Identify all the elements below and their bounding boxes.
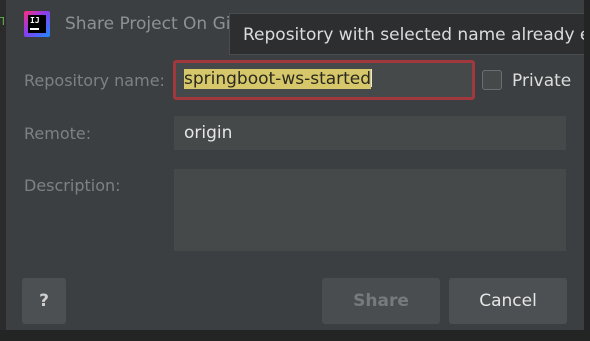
validation-error-outline	[173, 60, 475, 100]
private-checkbox[interactable]	[482, 70, 502, 90]
private-label[interactable]: Private	[512, 71, 571, 91]
error-tooltip: Repository with selected name already ex…	[229, 13, 590, 55]
help-button[interactable]: ?	[22, 278, 66, 324]
window-title: Share Project On Git	[65, 14, 238, 34]
description-label: Description:	[24, 176, 121, 195]
share-button[interactable]: Share	[322, 278, 440, 324]
window-border-right	[584, 0, 590, 341]
error-tooltip-text: Repository with selected name already ex…	[243, 25, 590, 45]
remote-label: Remote:	[24, 124, 92, 143]
remote-value: origin	[184, 123, 233, 143]
background-text-fragment: T	[0, 15, 4, 28]
intellij-app-icon: IJ	[24, 11, 50, 37]
cancel-button[interactable]: Cancel	[449, 278, 567, 324]
description-textarea[interactable]	[174, 169, 566, 251]
remote-field[interactable]: origin	[174, 116, 566, 150]
share-project-dialog: T IJ Share Project On Git Repository wit…	[0, 0, 590, 341]
repository-name-label: Repository name:	[24, 71, 165, 90]
window-border-bottom	[0, 330, 590, 341]
